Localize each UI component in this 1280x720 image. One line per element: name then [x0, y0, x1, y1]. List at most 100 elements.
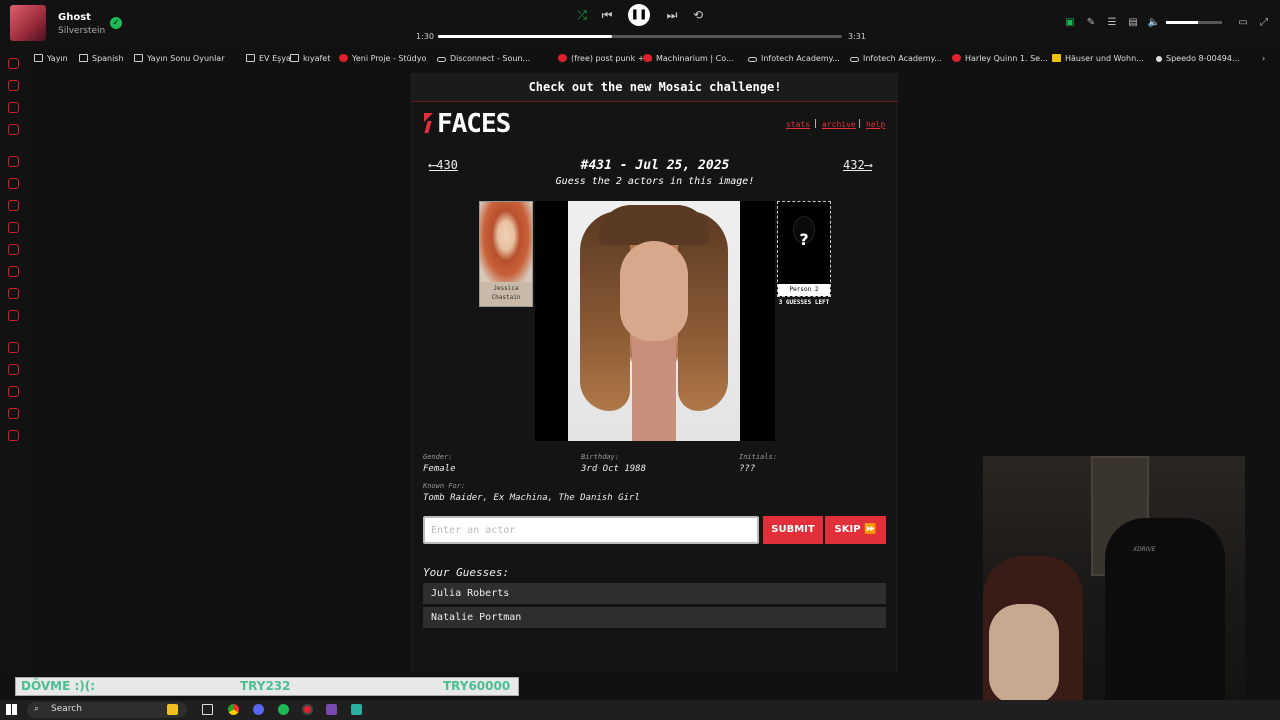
webcam-person-face [989, 604, 1059, 704]
favicon-icon [643, 54, 652, 62]
sidebar-app-icon[interactable] [8, 310, 19, 321]
sidebar-app-icon[interactable] [8, 178, 19, 189]
bookmark-item[interactable]: Spanish [79, 54, 124, 63]
sidebar-app-icon[interactable] [8, 430, 19, 441]
bookmark-label: Infotech Academy... [761, 54, 840, 63]
time-total: 3:31 [848, 32, 866, 41]
stats-link[interactable]: stats [786, 120, 810, 129]
task-view-icon[interactable] [202, 704, 213, 715]
track-title[interactable]: Ghost [58, 12, 91, 23]
windows-start-icon[interactable] [6, 704, 17, 715]
sidebar-app-icon[interactable] [8, 222, 19, 233]
sidebar-app-icon[interactable] [8, 200, 19, 211]
repeat-icon[interactable]: ⟲ [690, 7, 706, 23]
shuffle-icon[interactable]: ⤮ [574, 7, 590, 23]
bookmark-item[interactable]: Machinarium | Co... [643, 54, 734, 63]
logo-text: FACES [437, 109, 511, 139]
link-separator: | [858, 119, 862, 129]
ticker-left: DÖVME :)(: [21, 679, 96, 693]
puzzle-title: #431 - Jul 25, 2025 [580, 158, 730, 173]
actor-input[interactable] [423, 516, 759, 544]
archive-link[interactable]: archive [822, 120, 856, 129]
initials-label: Initials: [739, 453, 777, 461]
bookmark-label: kıyafet [303, 54, 331, 63]
album-art[interactable] [10, 5, 46, 41]
bookmark-item[interactable]: kıyafet [290, 54, 330, 63]
obs-icon[interactable] [302, 704, 313, 715]
bookmark-label: Infotech Academy... [863, 54, 942, 63]
bookmark-label: (free) post punk +... [571, 54, 653, 63]
puzzle-subtitle: Guess the 2 actors in this image! [555, 176, 755, 187]
progress-bar[interactable] [438, 35, 842, 38]
bookmark-item[interactable]: EV Eşya [246, 54, 291, 63]
copilot-icon[interactable] [167, 704, 178, 715]
lyrics-icon[interactable]: ✎ [1084, 16, 1098, 30]
spotify-icon[interactable] [278, 704, 289, 715]
bookmark-item[interactable]: Yeni Proje - Stüdyo [339, 54, 426, 63]
photo-neck [632, 331, 676, 441]
sidebar-app-icon[interactable] [8, 386, 19, 397]
sidebar-app-icon[interactable] [8, 58, 19, 69]
skip-button[interactable]: SKIP ⏩ [825, 516, 886, 544]
person-2-thumbnail[interactable]: ? Person 2 [777, 201, 831, 297]
next-icon[interactable]: ⏭ [664, 7, 680, 23]
submit-button[interactable]: SUBMIT [763, 516, 823, 544]
next-puzzle-link[interactable]: 432⟶ [843, 158, 872, 172]
volume-icon[interactable]: 🔈 [1147, 16, 1161, 30]
sidebar-app-icon[interactable] [8, 288, 19, 299]
bookmark-item[interactable]: Harley Quinn 1. Se... [952, 54, 1048, 63]
webcam-overlay: XDRIVE [983, 456, 1245, 720]
help-link[interactable]: help [866, 120, 885, 129]
bookmark-label: Spanish [92, 54, 124, 63]
bookmark-item[interactable]: Infotech Academy... [748, 54, 840, 63]
ticker-middle: TRY232 [240, 679, 291, 693]
now-playing-view-icon[interactable]: ▣ [1063, 16, 1077, 30]
bookmark-item[interactable]: Speedo 8-00494... [1156, 54, 1240, 63]
bookmark-label: Speedo 8-00494... [1166, 54, 1240, 63]
sidebar-app-icon[interactable] [8, 364, 19, 375]
previous-icon[interactable]: ⏮ [599, 7, 615, 23]
sidebar-app-icon[interactable] [8, 124, 19, 135]
bookmark-item[interactable]: Infotech Academy... [850, 54, 942, 63]
fullscreen-icon[interactable]: ⤢ [1257, 16, 1271, 30]
twitch-app-icon[interactable] [326, 704, 337, 715]
sidebar-app-icon[interactable] [8, 80, 19, 91]
bookmark-item[interactable]: Häuser und Wohn... [1052, 54, 1144, 63]
mosaic-banner[interactable]: Check out the new Mosaic challenge! [412, 73, 898, 102]
search-icon: ⌕ [34, 704, 40, 714]
streaming-app-icon[interactable] [351, 704, 362, 715]
bookmark-item[interactable]: (free) post punk +... [558, 54, 652, 63]
sidebar-app-icon[interactable] [8, 244, 19, 255]
sidebar-app-icon[interactable] [8, 408, 19, 419]
taskbar-search[interactable]: ⌕ Search [27, 702, 187, 718]
volume-slider[interactable] [1166, 21, 1222, 24]
sidebar-app-icon[interactable] [8, 266, 19, 277]
person-1-thumbnail[interactable]: Jessica Chastain [479, 201, 533, 307]
bookmarks-overflow-chevron-icon[interactable]: › [1262, 54, 1265, 63]
discord-icon[interactable] [253, 704, 264, 715]
favicon-icon [952, 54, 961, 62]
liked-check-icon[interactable]: ✓ [110, 17, 122, 29]
guess-row: Julia Roberts [423, 583, 886, 604]
sidebar-app-icon[interactable] [8, 342, 19, 353]
favicon-icon [558, 54, 567, 62]
windows-taskbar: ⌕ Search [0, 700, 1280, 720]
favicon-icon [1156, 56, 1162, 62]
track-artist[interactable]: Silverstein [58, 26, 105, 36]
pause-button[interactable]: ❚❚ [628, 4, 650, 26]
bookmark-item[interactable]: Yayın Sonu Oyunlar [134, 54, 225, 63]
main-actor-image [535, 201, 775, 441]
sidebar-app-icon[interactable] [8, 156, 19, 167]
favicon-icon [748, 57, 757, 62]
queue-icon[interactable]: ☰ [1105, 16, 1119, 30]
connect-device-icon[interactable]: ▤ [1126, 16, 1140, 30]
miniplayer-icon[interactable]: ▭ [1236, 16, 1250, 30]
favicon-icon [1052, 54, 1061, 62]
question-mark: ? [799, 230, 809, 249]
bookmark-label: Machinarium | Co... [656, 54, 734, 63]
person-2-label: Person 2 [778, 284, 830, 296]
bookmark-item[interactable]: Disconnect - Soun... [437, 54, 530, 63]
chrome-icon[interactable] [228, 704, 239, 715]
bookmark-item[interactable]: Yayın [34, 54, 68, 63]
sidebar-app-icon[interactable] [8, 102, 19, 113]
